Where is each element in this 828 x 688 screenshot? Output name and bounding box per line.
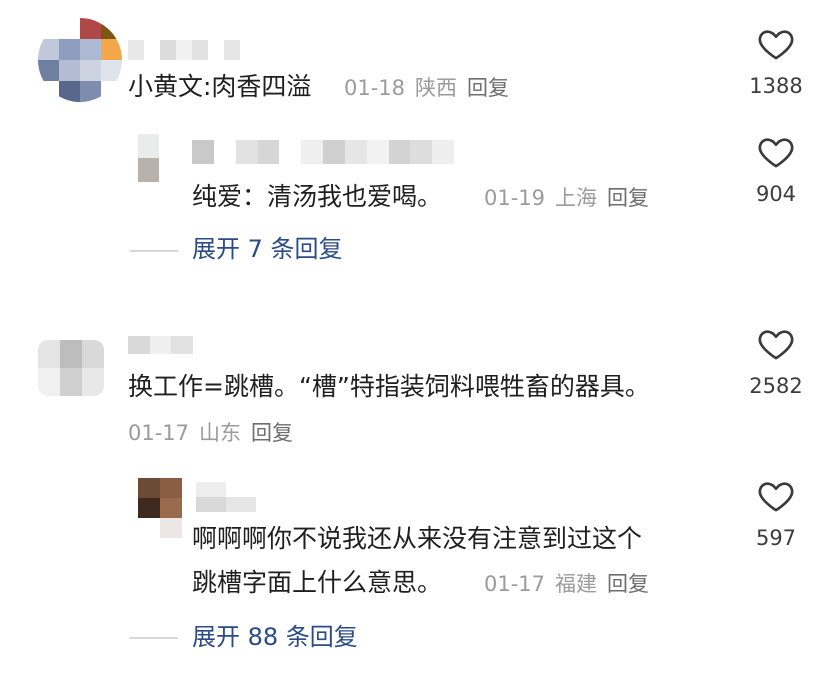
comment-location: 陕西 [415, 76, 458, 100]
reply-date: 01-19 [484, 186, 546, 210]
expand-replies-button[interactable]: 展开 7 条回复 [192, 233, 343, 265]
comment-text: 换工作=跳槽。“槽”特指装饲料喂牲畜的器具。 [128, 372, 650, 401]
heart-outline-icon[interactable] [756, 24, 796, 64]
like-count: 904 [755, 182, 797, 206]
reply-button[interactable]: 回复 [607, 572, 649, 596]
reply-button[interactable]: 回复 [467, 76, 509, 100]
username-redacted[interactable] [128, 40, 240, 60]
avatar[interactable] [38, 340, 104, 396]
avatar[interactable] [138, 134, 180, 182]
reply-date: 01-17 [484, 572, 546, 596]
comment-text: 小黄文:肉香四溢 [128, 72, 312, 101]
reply-text: 纯爱：清汤我也爱喝。 [192, 182, 443, 211]
reply-meta: 01-19 上海 回复 [484, 183, 659, 213]
reply-button[interactable]: 回复 [251, 421, 293, 445]
avatar[interactable] [38, 18, 122, 102]
username-redacted[interactable] [192, 140, 454, 164]
avatar[interactable] [138, 478, 182, 538]
comment-date: 01-17 [128, 421, 190, 445]
heart-outline-icon[interactable] [756, 132, 796, 172]
comment-meta: 01-17 山东 回复 [128, 418, 303, 448]
like-count: 2582 [749, 374, 803, 398]
comment-date: 01-18 [344, 76, 406, 100]
reply-text-continued: 跳槽字面上什么意思。 [192, 568, 443, 597]
reply-meta: 01-17 福建 回复 [484, 569, 659, 599]
comment-meta: 01-18 陕西 回复 [344, 73, 519, 103]
divider-line [130, 250, 178, 252]
username-redacted[interactable] [196, 482, 256, 512]
divider-line [130, 637, 178, 639]
reply-location: 上海 [555, 186, 598, 210]
heart-outline-icon[interactable] [756, 324, 796, 364]
like-count: 1388 [749, 74, 803, 98]
like-count: 597 [755, 526, 797, 550]
heart-outline-icon[interactable] [756, 476, 796, 516]
reply-text: 啊啊啊你不说我还从来没有注意到过这个 [192, 524, 643, 553]
comment-location: 山东 [199, 421, 242, 445]
reply-button[interactable]: 回复 [607, 186, 649, 210]
username-redacted[interactable] [128, 336, 214, 354]
expand-replies-button[interactable]: 展开 88 条回复 [192, 621, 358, 653]
reply-location: 福建 [555, 572, 598, 596]
